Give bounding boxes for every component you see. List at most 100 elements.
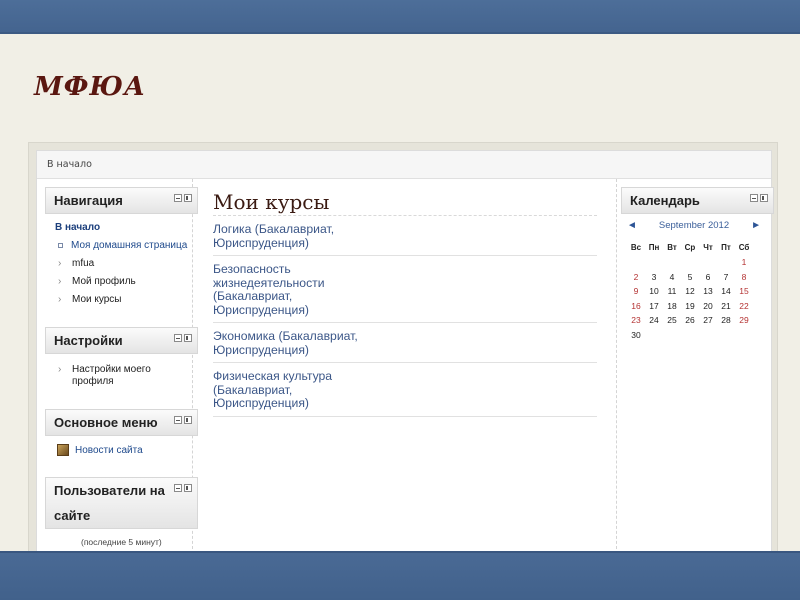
dock-icon[interactable] [184, 194, 192, 202]
calendar-day: 15 [739, 286, 749, 297]
course-item[interactable]: Физическая культура (Бакалавриат, Юриспр… [213, 363, 597, 417]
calendar-week: 2 3 4 5 6 7 8 [627, 270, 753, 285]
weekday-row: Вс Пн Вт Ср Чт Пт Сб [627, 239, 753, 255]
calendar-day: 11 [667, 286, 677, 297]
calendar-day: 9 [633, 286, 639, 297]
block-controls [174, 416, 192, 424]
nav-item-dashboard[interactable]: Моя домашняя страница [55, 240, 198, 252]
course-link[interactable]: Безопасность жизнедеятельности (Бакалавр… [213, 262, 383, 317]
weekday-header: Сб [738, 242, 750, 252]
settings-block: Настройки › Настройки моего профиля [45, 327, 198, 394]
collapse-icon[interactable] [174, 194, 182, 202]
main-menu-block-header: Основное меню [45, 409, 198, 436]
calendar-month-link[interactable]: September 2012 [659, 220, 729, 231]
settings-block-title: Настройки [54, 333, 123, 348]
calendar-day [663, 328, 681, 343]
course-item[interactable]: Безопасность жизнедеятельности (Бакалавр… [213, 256, 597, 323]
calendar-day: 26 [685, 315, 695, 326]
previous-month-icon[interactable]: ◄ [627, 220, 637, 231]
calendar-block: Календарь ◄ September 2012 ► Вс Пн Вт Ср… [621, 187, 774, 342]
nav-item-profile[interactable]: › Мой профиль [55, 276, 198, 288]
navigation-list: В начало Моя домашняя страница › mfua › … [45, 214, 198, 306]
calendar-day: 6 [705, 271, 711, 282]
nav-item-mfua[interactable]: › mfua [55, 258, 198, 270]
forum-icon [57, 444, 69, 456]
dock-icon[interactable] [184, 416, 192, 424]
collapse-icon[interactable] [174, 334, 182, 342]
calendar-week: 9 10 11 12 13 14 15 [627, 284, 753, 299]
calendar-week: 23 24 25 26 27 28 29 [627, 313, 753, 328]
course-link[interactable]: Экономика (Бакалавриат, Юриспруденция) [213, 329, 383, 357]
calendar-day: 19 [685, 300, 695, 311]
nav-home-link[interactable]: В начало [55, 222, 198, 233]
calendar-day: 30 [631, 329, 641, 340]
calendar-day: 13 [703, 286, 713, 297]
main-content: Мои курсы Логика (Бакалавриат, Юриспруде… [213, 179, 597, 559]
calendar-day [681, 255, 699, 270]
site-news-link[interactable]: Новости сайта [75, 445, 143, 456]
calendar-day: 21 [721, 300, 731, 311]
main-menu-block-title: Основное меню [54, 415, 158, 430]
calendar-day: 16 [631, 300, 641, 311]
weekday-header: Чт [703, 242, 713, 252]
calendar-day: 4 [669, 271, 675, 282]
main-menu-block: Основное меню Новости сайта [45, 409, 198, 456]
navigation-block: Навигация В начало Моя домашняя страница… [45, 187, 198, 312]
weekday-header: Вт [667, 242, 677, 252]
weekday-header: Вс [630, 242, 642, 252]
course-link[interactable]: Логика (Бакалавриат, Юриспруденция) [213, 222, 383, 250]
course-link[interactable]: Физическая культура (Бакалавриат, Юриспр… [213, 369, 383, 411]
calendar-day [699, 255, 717, 270]
calendar-block-title: Календарь [630, 193, 700, 208]
dock-icon[interactable] [184, 334, 192, 342]
calendar-day [627, 255, 645, 270]
chevron-right-icon: › [58, 364, 62, 375]
calendar-day: 2 [633, 271, 639, 282]
settings-item-profile-label[interactable]: Настройки моего профиля [72, 364, 172, 388]
square-bullet-icon [58, 243, 63, 248]
calendar-day: 28 [721, 315, 731, 326]
calendar-day [681, 328, 699, 343]
calendar-day [717, 255, 735, 270]
top-band [0, 0, 800, 34]
online-users-block: Пользователи на сайте (последние 5 минут… [45, 477, 198, 547]
next-month-icon[interactable]: ► [751, 220, 761, 231]
settings-block-header: Настройки [45, 327, 198, 354]
nav-item-my-courses-label[interactable]: Мои курсы [72, 294, 122, 306]
navigation-block-title: Навигация [54, 193, 123, 208]
collapse-icon[interactable] [174, 416, 182, 424]
calendar-day: 23 [631, 315, 641, 326]
nav-item-my-courses[interactable]: › Мои курсы [55, 294, 198, 306]
weekday-header: Пн [648, 242, 660, 252]
calendar-day: 22 [739, 300, 749, 311]
nav-item-profile-label[interactable]: Мой профиль [72, 276, 136, 288]
calendar-day [645, 328, 663, 343]
calendar-day: 25 [667, 315, 677, 326]
nav-item-mfua-label[interactable]: mfua [72, 258, 94, 270]
breadcrumb: В начало [37, 151, 771, 179]
collapse-icon[interactable] [750, 194, 758, 202]
site-news-item[interactable]: Новости сайта [45, 436, 198, 456]
site-logo[interactable]: МФЮА [34, 72, 146, 102]
dock-icon[interactable] [184, 484, 192, 492]
settings-item-profile[interactable]: › Настройки моего профиля [55, 364, 198, 388]
calendar-day: 10 [649, 286, 659, 297]
calendar-day [717, 328, 735, 343]
collapse-icon[interactable] [174, 484, 182, 492]
course-item[interactable]: Экономика (Бакалавриат, Юриспруденция) [213, 323, 597, 363]
calendar-day: 27 [703, 315, 713, 326]
block-controls [174, 334, 192, 342]
block-controls [750, 194, 768, 202]
nav-item-dashboard-label[interactable]: Моя домашняя страница [71, 240, 187, 252]
course-item[interactable]: Логика (Бакалавриат, Юриспруденция) [213, 216, 597, 256]
calendar-day [663, 255, 681, 270]
breadcrumb-home[interactable]: В начало [47, 159, 92, 170]
chevron-right-icon: › [58, 258, 62, 269]
calendar-day [735, 328, 753, 343]
settings-list: › Настройки моего профиля [45, 354, 198, 388]
block-controls [174, 484, 192, 492]
calendar-day: 12 [685, 286, 695, 297]
dock-icon[interactable] [760, 194, 768, 202]
calendar-day: 29 [739, 315, 749, 326]
online-users-note: (последние 5 минут) [81, 537, 162, 547]
